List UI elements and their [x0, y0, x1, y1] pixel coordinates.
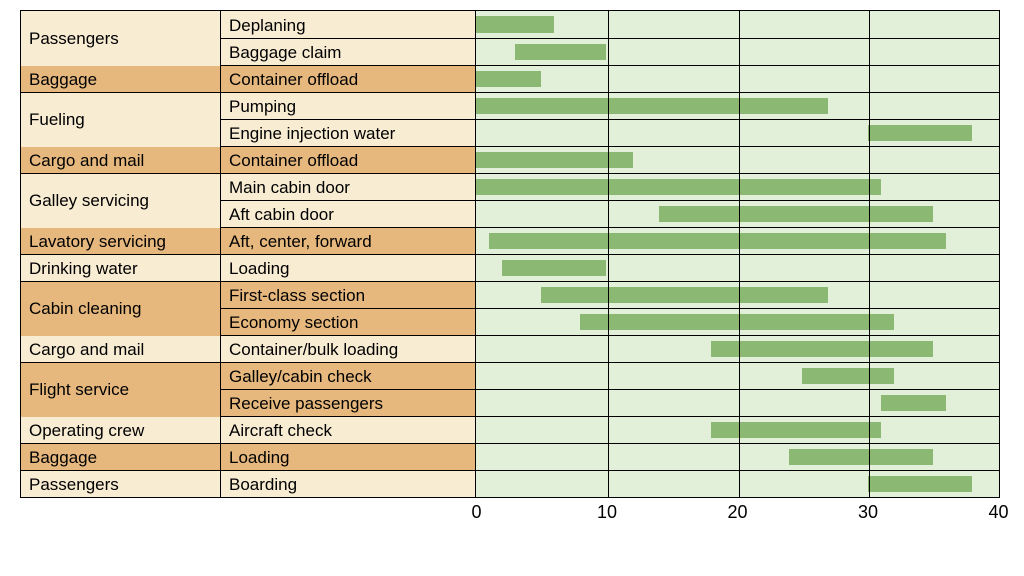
task-cell: Engine injection water [221, 120, 476, 146]
task-cell: First-class section [221, 282, 476, 308]
bar-cell [476, 201, 999, 227]
table-row: BaggageContainer offload [21, 65, 999, 92]
task-cell: Receive passengers [221, 390, 476, 416]
category-cell: Baggage [21, 66, 221, 92]
gantt-bar [515, 44, 606, 60]
gantt-bar [476, 98, 828, 114]
table-row: Cargo and mailContainer/bulk loading [21, 335, 999, 362]
bar-cell [476, 336, 999, 362]
category-cell: Baggage [21, 444, 221, 470]
task-cell: Main cabin door [221, 174, 476, 200]
task-cell: Deplaning [221, 11, 476, 38]
gantt-bar [502, 260, 606, 276]
gantt-bar [476, 71, 541, 87]
bar-cell [476, 93, 999, 119]
category-cell: Cargo and mail [21, 336, 221, 362]
gantt-bar [711, 422, 881, 438]
x-axis: 010203040 [20, 498, 1000, 528]
bar-cell [476, 66, 999, 92]
bar-cell [476, 282, 999, 308]
bar-cell [476, 228, 999, 254]
table-row: Operating crewAircraft check [21, 416, 999, 443]
bar-cell [476, 174, 999, 200]
bar-cell [476, 444, 999, 470]
task-cell: Container offload [221, 147, 476, 173]
task-cell: Pumping [221, 93, 476, 119]
category-cell: Lavatory servicing [21, 228, 221, 254]
task-cell: Boarding [221, 471, 476, 497]
chart-plot-area: DeplaningBaggage claimBaggageContainer o… [20, 10, 1000, 498]
bar-cell [476, 255, 999, 281]
category-cell: Passengers [21, 12, 221, 66]
gantt-bar [802, 368, 893, 384]
gantt-chart: DeplaningBaggage claimBaggageContainer o… [20, 10, 1000, 528]
bar-cell [476, 390, 999, 416]
x-axis-tick-label: 20 [727, 502, 747, 523]
x-axis-tick-label: 30 [858, 502, 878, 523]
gantt-bar [789, 449, 933, 465]
task-cell: Aft cabin door [221, 201, 476, 227]
task-cell: Economy section [221, 309, 476, 335]
x-axis-tick-label: 10 [597, 502, 617, 523]
category-cell: Cabin cleaning [21, 282, 221, 336]
category-cell: Galley servicing [21, 174, 221, 228]
task-cell: Loading [221, 444, 476, 470]
table-row: Cargo and mailContainer offload [21, 146, 999, 173]
category-cell: Flight service [21, 363, 221, 417]
gantt-bar [476, 152, 633, 168]
x-axis-tick-label: 40 [988, 502, 1008, 523]
category-cell: Operating crew [21, 417, 221, 443]
category-cell: Drinking water [21, 255, 221, 281]
gantt-bar [541, 287, 828, 303]
task-cell: Aircraft check [221, 417, 476, 443]
gantt-bar [711, 341, 933, 357]
gantt-bar [476, 16, 554, 33]
table-row: Lavatory servicingAft, center, forward [21, 227, 999, 254]
task-cell: Aft, center, forward [221, 228, 476, 254]
bar-cell [476, 147, 999, 173]
bar-cell [476, 39, 999, 65]
gantt-bar [580, 314, 893, 330]
task-cell: Container offload [221, 66, 476, 92]
bar-cell [476, 11, 999, 38]
bar-cell [476, 120, 999, 146]
table-row: Drinking waterLoading [21, 254, 999, 281]
gantt-bar [659, 206, 933, 222]
gantt-bar [868, 476, 972, 492]
task-cell: Container/bulk loading [221, 336, 476, 362]
table-row: PassengersBoarding [21, 470, 999, 497]
bar-cell [476, 417, 999, 443]
category-cell: Cargo and mail [21, 147, 221, 173]
x-axis-tick-label: 0 [471, 502, 481, 523]
task-cell: Galley/cabin check [221, 363, 476, 389]
task-cell: Loading [221, 255, 476, 281]
gantt-bar [476, 179, 881, 195]
bar-cell [476, 309, 999, 335]
bar-cell [476, 471, 999, 497]
task-cell: Baggage claim [221, 39, 476, 65]
table-row: BaggageLoading [21, 443, 999, 470]
gantt-bar [868, 125, 972, 141]
gantt-bar [881, 395, 946, 411]
gantt-bar [489, 233, 946, 249]
category-cell: Fueling [21, 93, 221, 147]
bar-cell [476, 363, 999, 389]
category-cell: Passengers [21, 471, 221, 497]
